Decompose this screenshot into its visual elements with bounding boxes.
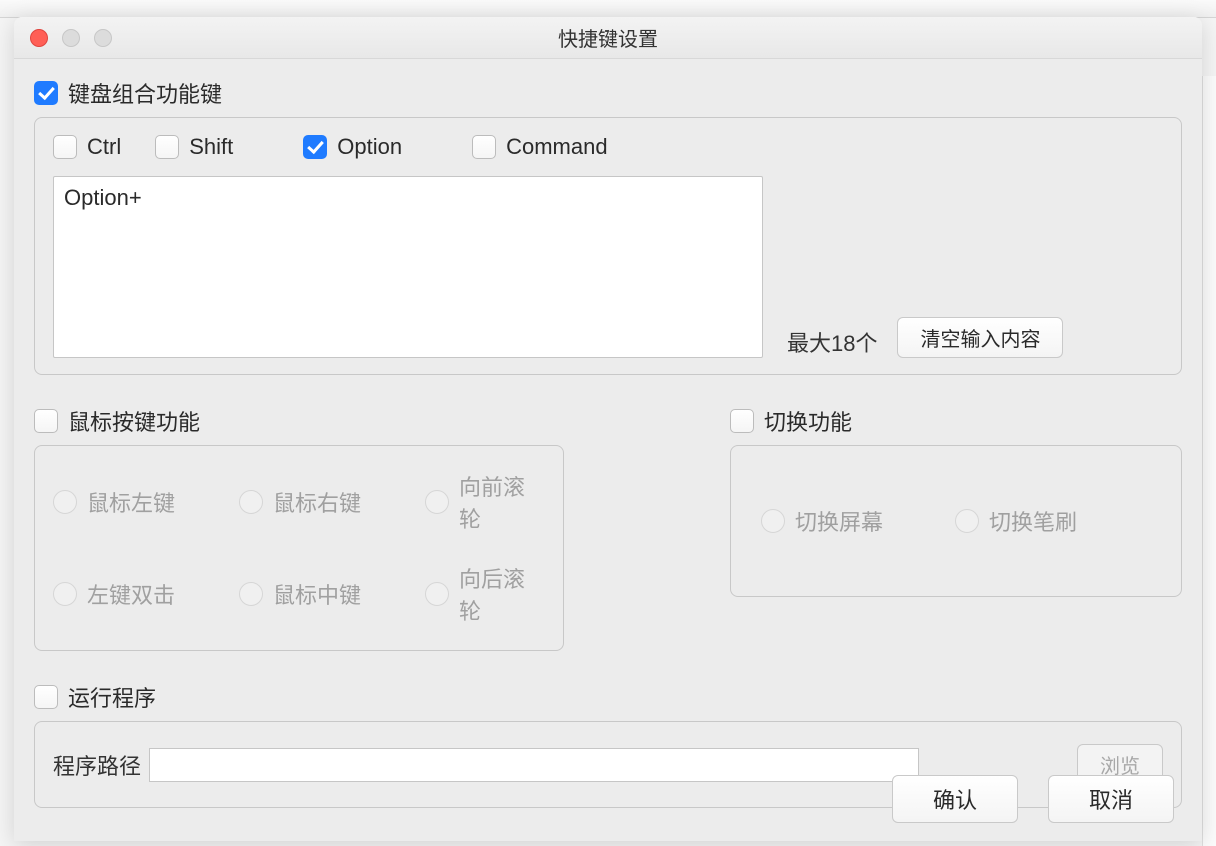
keyboard-section-label: 键盘组合功能键 — [68, 77, 222, 109]
switch-brush-radio — [955, 509, 979, 533]
shift-checkbox[interactable] — [155, 135, 179, 159]
keyboard-enable-checkbox[interactable] — [34, 81, 58, 105]
keyboard-panel: Ctrl Shift Option Command 最大18个 清空输 — [34, 117, 1182, 375]
window-controls — [14, 29, 112, 47]
mouse-section-header: 鼠标按键功能 — [34, 405, 730, 437]
mouse-scroll-back-label: 向后滚轮 — [459, 562, 545, 626]
command-label: Command — [506, 134, 607, 160]
minimize-icon[interactable] — [62, 29, 80, 47]
mouse-right-option: 鼠标右键 — [239, 470, 389, 534]
ctrl-checkbox[interactable] — [53, 135, 77, 159]
switch-enable-checkbox[interactable] — [730, 409, 754, 433]
mouse-dbl-left-option: 左键双击 — [53, 562, 203, 626]
mouse-right-radio — [239, 490, 263, 514]
modifier-ctrl[interactable]: Ctrl — [53, 134, 121, 160]
window-title: 快捷键设置 — [14, 23, 1202, 52]
mouse-radio-grid: 鼠标左键 鼠标右键 向前滚轮 — [53, 470, 545, 626]
shortcut-settings-dialog: 快捷键设置 键盘组合功能键 Ctrl Shift Option — [14, 17, 1202, 841]
mouse-middle-label: 鼠标中键 — [273, 578, 361, 610]
mouse-scroll-back-option: 向后滚轮 — [425, 562, 545, 626]
switch-section-header: 切换功能 — [730, 405, 1182, 437]
background-right-sliver — [1202, 76, 1216, 846]
mouse-dbl-left-label: 左键双击 — [87, 578, 175, 610]
switch-screen-option: 切换屏幕 — [761, 505, 911, 537]
middle-row: 鼠标按键功能 鼠标左键 鼠标右键 — [34, 405, 1182, 651]
mouse-middle-radio — [239, 582, 263, 606]
mouse-section-label: 鼠标按键功能 — [68, 405, 200, 437]
mouse-scroll-fwd-label: 向前滚轮 — [459, 470, 545, 534]
modifier-command[interactable]: Command — [472, 134, 607, 160]
mouse-left-label: 鼠标左键 — [87, 486, 175, 518]
path-label: 程序路径 — [53, 749, 141, 781]
switch-screen-label: 切换屏幕 — [795, 505, 883, 537]
mouse-panel: 鼠标左键 鼠标右键 向前滚轮 — [34, 445, 564, 651]
option-checkbox[interactable] — [303, 135, 327, 159]
mouse-scroll-fwd-option: 向前滚轮 — [425, 470, 545, 534]
mouse-left-option: 鼠标左键 — [53, 470, 203, 534]
clear-input-button[interactable]: 清空输入内容 — [897, 317, 1063, 358]
mouse-left-radio — [53, 490, 77, 514]
max-count-label: 最大18个 — [787, 326, 877, 358]
command-checkbox[interactable] — [472, 135, 496, 159]
switch-section-label: 切换功能 — [764, 405, 852, 437]
run-section-label: 运行程序 — [68, 681, 156, 713]
mouse-column: 鼠标按键功能 鼠标左键 鼠标右键 — [34, 405, 730, 651]
switch-screen-radio — [761, 509, 785, 533]
run-section-header: 运行程序 — [34, 681, 1182, 713]
zoom-icon[interactable] — [94, 29, 112, 47]
mouse-right-label: 鼠标右键 — [273, 486, 361, 518]
background-toolbar — [0, 0, 1216, 18]
mouse-dbl-left-radio — [53, 582, 77, 606]
ok-button[interactable]: 确认 — [892, 775, 1018, 823]
mouse-scroll-back-radio — [425, 582, 449, 606]
shortcut-input[interactable] — [53, 176, 763, 358]
modifier-option[interactable]: Option — [303, 134, 402, 160]
dialog-content: 键盘组合功能键 Ctrl Shift Option Command — [14, 59, 1202, 830]
shortcut-input-row: 最大18个 清空输入内容 — [53, 176, 1163, 358]
cancel-button[interactable]: 取消 — [1048, 775, 1174, 823]
switch-column: 切换功能 切换屏幕 切换笔刷 — [730, 405, 1182, 651]
titlebar: 快捷键设置 — [14, 17, 1202, 59]
mouse-enable-checkbox[interactable] — [34, 409, 58, 433]
mouse-middle-option: 鼠标中键 — [239, 562, 389, 626]
run-enable-checkbox[interactable] — [34, 685, 58, 709]
modifier-shift[interactable]: Shift — [155, 134, 233, 160]
keyboard-section-header: 键盘组合功能键 — [34, 77, 1182, 109]
path-input[interactable] — [149, 748, 919, 782]
option-label: Option — [337, 134, 402, 160]
switch-brush-option: 切换笔刷 — [955, 505, 1077, 537]
switch-panel: 切换屏幕 切换笔刷 — [730, 445, 1182, 597]
ctrl-label: Ctrl — [87, 134, 121, 160]
switch-brush-label: 切换笔刷 — [989, 505, 1077, 537]
modifier-row: Ctrl Shift Option Command — [53, 134, 1163, 160]
shift-label: Shift — [189, 134, 233, 160]
dialog-footer: 确认 取消 — [892, 775, 1174, 823]
mouse-scroll-fwd-radio — [425, 490, 449, 514]
close-icon[interactable] — [30, 29, 48, 47]
